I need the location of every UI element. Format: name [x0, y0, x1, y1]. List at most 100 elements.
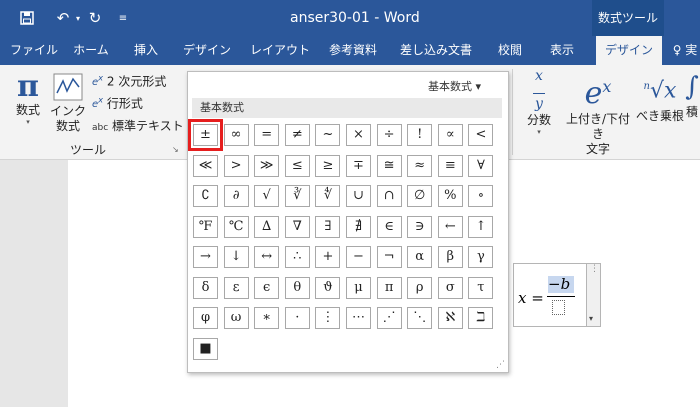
normal-text-button[interactable]: abc 標準テキスト: [92, 119, 184, 134]
symbol-category-dropdown[interactable]: 基本数式 ▾: [428, 78, 481, 94]
tab-design[interactable]: デザイン: [176, 36, 238, 65]
symbol-button[interactable]: θ: [284, 276, 310, 299]
symbol-button[interactable]: √: [254, 185, 280, 207]
symbol-button[interactable]: −: [346, 246, 371, 268]
symbol-button[interactable]: γ: [468, 246, 494, 268]
symbol-button[interactable]: ∄: [346, 215, 371, 238]
symbol-button[interactable]: ℵ: [437, 307, 463, 329]
integral-button[interactable]: ∫ 積: [684, 69, 700, 120]
symbol-button[interactable]: ∈: [376, 215, 402, 238]
professional-button[interactable]: ex 2 次元形式: [92, 73, 166, 89]
symbol-button[interactable]: <: [468, 124, 494, 146]
symbol-button[interactable]: ←: [437, 215, 463, 238]
symbol-button[interactable]: ⋮: [315, 307, 341, 329]
symbol-button[interactable]: α: [407, 246, 433, 268]
symbol-button[interactable]: ∛: [284, 185, 310, 207]
symbol-button[interactable]: ↓: [223, 246, 249, 268]
symbol-button[interactable]: %: [437, 185, 463, 207]
dialog-launcher-icon[interactable]: ↘: [172, 145, 179, 154]
symbol-button[interactable]: ℃: [223, 215, 249, 238]
symbol-button[interactable]: ~: [315, 124, 341, 146]
save-icon[interactable]: [14, 0, 40, 36]
symbol-button[interactable]: ≠: [284, 124, 310, 146]
equation-object[interactable]: x = −b ⋮ ▾: [513, 263, 601, 327]
symbol-button[interactable]: ∜: [315, 185, 341, 207]
symbol-button[interactable]: ≈: [407, 154, 433, 177]
symbol-button[interactable]: ρ: [407, 276, 433, 299]
symbol-button[interactable]: ¬: [376, 246, 402, 268]
linear-button[interactable]: ex 行形式: [92, 95, 143, 111]
symbol-button[interactable]: ∀: [468, 154, 494, 177]
symbol-button[interactable]: ∞: [223, 124, 249, 146]
symbol-button[interactable]: ∇: [284, 215, 310, 238]
symbol-button[interactable]: δ: [193, 276, 218, 299]
tab-references[interactable]: 参考資料: [320, 36, 386, 65]
symbol-button[interactable]: →: [193, 246, 218, 268]
symbol-button[interactable]: ■: [193, 337, 218, 360]
symbol-button[interactable]: τ: [468, 276, 494, 299]
radical-button[interactable]: n√x べき乗根: [636, 69, 684, 124]
equation-button[interactable]: π 数式 ▾: [8, 71, 48, 127]
symbol-button[interactable]: ⋰: [376, 307, 402, 329]
symbol-button[interactable]: ≫: [254, 154, 280, 177]
symbol-button[interactable]: ∆: [254, 215, 280, 238]
redo-icon[interactable]: ↻: [82, 0, 108, 36]
symbol-button[interactable]: ·: [284, 307, 310, 329]
tab-layout[interactable]: レイアウト: [248, 36, 312, 65]
equation-numerator[interactable]: −b: [548, 276, 574, 293]
symbol-button[interactable]: φ: [193, 307, 218, 329]
symbol-button[interactable]: σ: [437, 276, 463, 299]
symbol-button[interactable]: ω: [223, 307, 249, 329]
symbol-button[interactable]: ÷: [376, 124, 402, 146]
symbol-button[interactable]: β: [437, 246, 463, 268]
symbol-button[interactable]: ℉: [193, 215, 218, 238]
equation-handle[interactable]: ⋮ ▾: [586, 263, 601, 327]
customize-qat-icon[interactable]: ≡: [110, 0, 136, 36]
symbol-button[interactable]: μ: [346, 276, 371, 299]
ink-equation-button[interactable]: インク 数式: [50, 73, 86, 134]
symbol-button[interactable]: π: [376, 276, 402, 299]
tab-equation-design[interactable]: デザイン: [596, 36, 662, 65]
denominator-placeholder[interactable]: [552, 300, 565, 315]
tell-me[interactable]: ♀ 実: [670, 36, 700, 65]
symbol-button[interactable]: ≅: [376, 154, 402, 177]
symbol-button[interactable]: >: [223, 154, 249, 177]
symbol-button[interactable]: ∋: [407, 215, 433, 238]
tab-review[interactable]: 校閲: [488, 36, 532, 65]
symbol-button[interactable]: ε: [223, 276, 249, 299]
symbol-button[interactable]: ×: [346, 124, 371, 146]
symbol-button[interactable]: ∝: [437, 124, 463, 146]
symbol-button[interactable]: ⋯: [346, 307, 371, 329]
symbol-button[interactable]: ≤: [284, 154, 310, 177]
symbol-button[interactable]: !: [407, 124, 433, 146]
tab-home[interactable]: ホーム: [66, 36, 116, 65]
symbol-button[interactable]: ∴: [284, 246, 310, 268]
equation-options-icon[interactable]: ▾: [589, 314, 593, 323]
symbol-button[interactable]: ±: [188, 119, 223, 151]
tab-insert[interactable]: 挿入: [124, 36, 168, 65]
symbol-button[interactable]: ϑ: [315, 276, 341, 299]
symbol-button[interactable]: +: [315, 246, 341, 268]
symbol-button[interactable]: ∩: [376, 185, 402, 207]
symbol-button[interactable]: ≥: [315, 154, 341, 177]
symbol-button[interactable]: ↑: [468, 215, 494, 238]
tab-file[interactable]: ファイル: [6, 36, 62, 65]
symbol-button[interactable]: ∓: [346, 154, 371, 177]
symbol-button[interactable]: ∁: [193, 185, 218, 207]
symbol-button[interactable]: ∘: [468, 185, 494, 207]
symbol-button[interactable]: ℶ: [468, 307, 494, 329]
symbol-button[interactable]: ϵ: [254, 276, 280, 299]
tab-view[interactable]: 表示: [540, 36, 584, 65]
symbol-button[interactable]: ∗: [254, 307, 280, 329]
symbol-button[interactable]: ≡: [437, 154, 463, 177]
tab-mailings[interactable]: 差し込み文書: [394, 36, 478, 65]
symbol-button[interactable]: =: [254, 124, 280, 146]
symbol-button[interactable]: ∃: [315, 215, 341, 238]
resize-grip-icon[interactable]: ⋰: [496, 360, 505, 370]
symbol-button[interactable]: ∅: [407, 185, 433, 207]
fraction-button[interactable]: xy 分数 ▾: [522, 69, 556, 136]
symbol-button[interactable]: ∪: [346, 185, 371, 207]
script-button[interactable]: ex 上付き/下付き 文字: [560, 69, 636, 157]
symbol-button[interactable]: ↔: [254, 246, 280, 268]
symbol-button[interactable]: ⋱: [407, 307, 433, 329]
